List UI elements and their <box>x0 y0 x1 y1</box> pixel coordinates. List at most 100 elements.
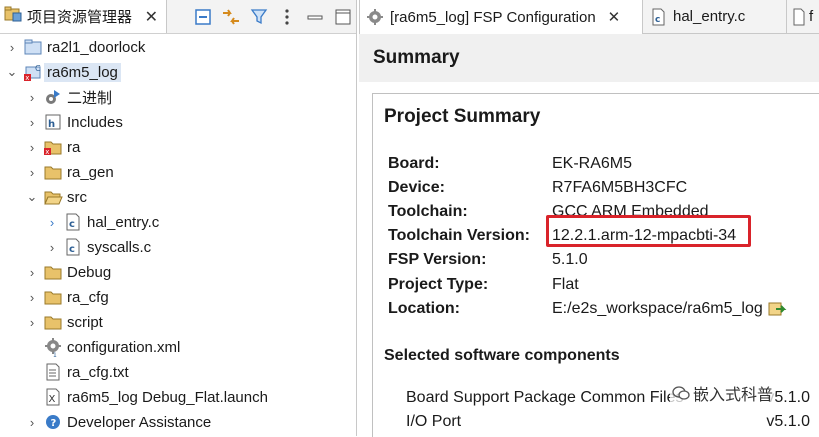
tree-item-script[interactable]: › script <box>24 310 103 334</box>
summary-key: Toolchain Version: <box>388 227 530 244</box>
project-explorer-header: 项目资源管理器 ✕ <box>0 0 356 34</box>
chevron-right-icon[interactable]: › <box>24 314 40 330</box>
svg-text:x: x <box>25 74 29 82</box>
summary-key: Device: <box>388 179 445 196</box>
project-explorer-tab[interactable]: 项目资源管理器 ✕ <box>0 0 167 33</box>
chevron-right-icon[interactable]: › <box>44 214 60 230</box>
tree-item-includes[interactable]: › h Includes <box>24 110 123 134</box>
chevron-right-icon[interactable]: › <box>44 239 60 255</box>
collapse-all-icon[interactable] <box>192 6 214 28</box>
chevron-down-icon[interactable]: ⌄ <box>4 64 20 80</box>
watermark-text: 嵌入式科普 <box>693 387 774 404</box>
summary-value: Flat <box>552 276 579 293</box>
tree-item-label: Debug <box>67 263 112 281</box>
component-name: I/O Port <box>406 413 462 430</box>
chevron-right-icon[interactable]: › <box>4 39 20 55</box>
tree-item-ra-cfg-txt[interactable]: ra_cfg.txt <box>24 360 129 384</box>
tab-fsp-configuration[interactable]: [ra6m5_log] FSP Configuration ✕ <box>359 0 643 34</box>
assistance-icon: ? <box>43 412 63 432</box>
editor-area: [ra6m5_log] FSP Configuration ✕ c hal_en… <box>359 0 819 437</box>
text-file-icon <box>43 362 63 382</box>
svg-text:X: X <box>49 394 56 405</box>
summary-row-project-type: Project Type: Flat <box>388 276 579 294</box>
chevron-down-icon[interactable]: ⌄ <box>24 189 40 205</box>
includes-icon: h <box>43 112 63 132</box>
view-menu-icon[interactable] <box>276 6 298 28</box>
tree-item-label: src <box>67 188 87 206</box>
tree-item-label: ra <box>67 138 81 156</box>
tree-item-label: Includes <box>67 113 123 131</box>
chevron-right-icon[interactable]: › <box>24 414 40 430</box>
tab-hal-entry-c[interactable]: c hal_entry.c <box>643 0 787 33</box>
tree-item-hal-entry-c[interactable]: › c hal_entry.c <box>44 210 159 234</box>
tree-item-ra-cfg[interactable]: › ra_cfg <box>24 285 109 309</box>
tree-item-ra2l1-doorlock[interactable]: › ra2l1_doorlock <box>4 35 146 59</box>
chevron-right-icon[interactable]: › <box>24 114 40 130</box>
summary-row-device: Device: R7FA6M5BH3CFC <box>388 179 687 197</box>
watermark: 嵌入式科普 <box>670 381 776 405</box>
chevron-right-icon[interactable]: › <box>24 89 40 105</box>
tab-label: f <box>809 8 814 25</box>
tab-overflow[interactable]: f <box>787 0 819 33</box>
summary-key: Location: <box>388 300 460 317</box>
summary-key: Toolchain: <box>388 203 468 220</box>
tree-item-label: syscalls.c <box>87 238 152 256</box>
component-version: v5.1.0 <box>766 413 810 430</box>
open-location-icon[interactable] <box>767 300 787 318</box>
summary-key: Project Type: <box>388 276 489 293</box>
summary-row-fsp-version: FSP Version: 5.1.0 <box>388 251 588 269</box>
summary-value: EK-RA6M5 <box>552 155 633 172</box>
minimize-icon[interactable] <box>304 6 326 28</box>
tree-item-label: ra6m5_log Debug_Flat.launch <box>67 388 268 406</box>
tree-item-src[interactable]: ⌄ src <box>24 185 87 209</box>
selected-components-title: Selected software components <box>384 347 620 364</box>
folder-project-icon <box>23 37 43 57</box>
tree-item-label: ra6m5_log <box>44 62 121 82</box>
chevron-right-icon[interactable]: › <box>24 289 40 305</box>
summary-header: Summary <box>359 34 819 82</box>
gear-icon <box>366 8 384 26</box>
chevron-right-icon[interactable]: › <box>24 264 40 280</box>
maximize-icon[interactable] <box>332 6 354 28</box>
close-icon[interactable]: ✕ <box>608 8 621 26</box>
summary-row-location: Location: E:/e2s_workspace/ra6m5_log <box>388 300 787 318</box>
toolchain-version-highlight <box>546 215 751 247</box>
gear-file-icon: 1 <box>43 337 63 357</box>
svg-text:1: 1 <box>53 352 57 357</box>
tree-item-debug-flat-launch[interactable]: X ra6m5_log Debug_Flat.launch <box>24 385 268 409</box>
link-with-editor-icon[interactable] <box>220 6 242 28</box>
tree-item-ra6m5-log[interactable]: ⌄ Cx ra6m5_log <box>4 60 121 84</box>
launch-file-icon: X <box>43 387 63 407</box>
summary-key: Board: <box>388 155 440 172</box>
chevron-right-icon[interactable]: › <box>24 164 40 180</box>
tree-item-binaries[interactable]: › 二进制 <box>24 85 112 109</box>
folder-icon <box>43 287 63 307</box>
tree-item-configuration-xml[interactable]: 1 configuration.xml <box>24 335 180 359</box>
filter-icon[interactable] <box>248 6 270 28</box>
tree-item-debug[interactable]: › Debug <box>24 260 111 284</box>
close-icon[interactable]: ✕ <box>145 7 158 27</box>
tree-item-ra-gen[interactable]: › ra_gen <box>24 160 114 184</box>
tree-item-label: ra2l1_doorlock <box>47 38 146 56</box>
summary-value: 5.1.0 <box>552 251 588 268</box>
tree-item-syscalls-c[interactable]: › c syscalls.c <box>44 235 151 259</box>
summary-key: FSP Version: <box>388 251 487 268</box>
tree-item-ra[interactable]: › x ra <box>24 135 81 159</box>
project-summary-panel: Project Summary Board: EK-RA6M5 Device: … <box>372 93 819 437</box>
explorer-toolbar <box>192 6 354 28</box>
editor-tabbar: [ra6m5_log] FSP Configuration ✕ c hal_en… <box>359 0 819 34</box>
folder-icon <box>43 312 63 332</box>
tree-item-developer-assistance[interactable]: › ? Developer Assistance <box>24 410 211 434</box>
tree-item-label: script <box>67 313 103 331</box>
summary-title: Summary <box>373 47 460 68</box>
project-explorer-title: 项目资源管理器 <box>27 9 133 26</box>
project-explorer-pane: 项目资源管理器 ✕ › ra2l1_doorlock ⌄ C x ra6m5_l… <box>0 0 357 436</box>
tree-item-label: ra_cfg.txt <box>67 363 129 381</box>
tree-item-label: configuration.xml <box>67 338 181 356</box>
chevron-right-icon[interactable]: › <box>24 139 40 155</box>
c-file-icon: c <box>63 212 83 232</box>
project-explorer-icon <box>4 5 22 28</box>
c-file-icon: c <box>63 237 83 257</box>
tree-item-label: Developer Assistance <box>67 413 212 431</box>
